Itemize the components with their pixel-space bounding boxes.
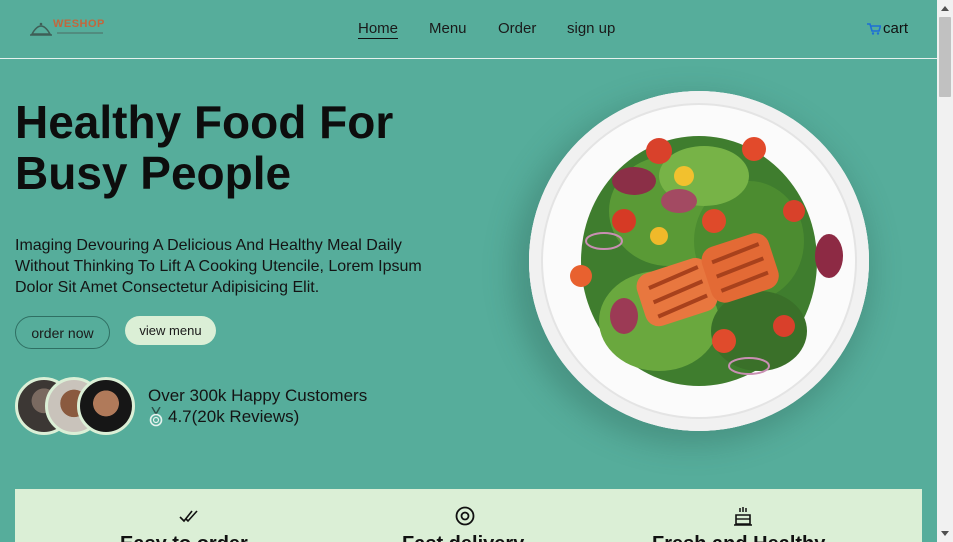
feature-title: Easy to order (120, 533, 248, 542)
cart-label: cart (883, 20, 909, 37)
logo-text: WESHOP (53, 18, 105, 30)
features-bar: Easy to order Fast delivery Fresh and He… (15, 489, 922, 542)
salad-illustration (570, 136, 843, 386)
scroll-down-icon[interactable] (941, 531, 949, 536)
feature-easy-order: Easy to order (120, 489, 320, 542)
nav-menu[interactable]: Menu (429, 20, 467, 37)
order-now-button[interactable]: order now (15, 316, 110, 349)
scroll-thumb[interactable] (939, 17, 951, 97)
salad-plate-image (529, 91, 869, 431)
rating-text: 4.7(20k Reviews) (168, 407, 300, 426)
cart-icon (867, 22, 881, 35)
feature-title: Fresh and Healthy (652, 533, 825, 542)
scroll-up-icon[interactable] (941, 6, 949, 11)
logo-tagline (57, 32, 103, 34)
rating: 4.7(20k Reviews) (148, 407, 299, 427)
target-icon (455, 506, 475, 526)
logo[interactable]: WESHOP (30, 16, 110, 40)
nav-order[interactable]: Order (498, 20, 536, 37)
nav-home[interactable]: Home (358, 20, 399, 39)
medal-icon (149, 407, 163, 427)
cart-link[interactable]: cart (867, 20, 908, 37)
hero-title: Healthy Food For Busy People (15, 97, 485, 199)
feature-fast-delivery: Fast delivery (402, 489, 602, 542)
customer-avatars (15, 377, 140, 435)
customers-count: Over 300k Happy Customers (148, 386, 368, 405)
avatar (77, 377, 135, 435)
site-header: WESHOP Home Menu Order sign up cart (0, 0, 937, 59)
hero-description: Imaging Devouring A Delicious And Health… (15, 237, 422, 296)
nav-sign-up[interactable]: sign up (567, 20, 615, 37)
page-scrollbar[interactable] (937, 0, 953, 542)
cloche-icon (30, 22, 52, 36)
feature-fresh-healthy: Fresh and Healthy (652, 489, 852, 542)
view-menu-button[interactable]: view menu (125, 316, 216, 345)
feature-title: Fast delivery (402, 533, 524, 542)
hero-title-line2: Busy People (15, 147, 292, 199)
hero-title-line1: Healthy Food For (15, 96, 394, 148)
double-check-icon (179, 510, 198, 523)
cake-icon (734, 507, 752, 526)
